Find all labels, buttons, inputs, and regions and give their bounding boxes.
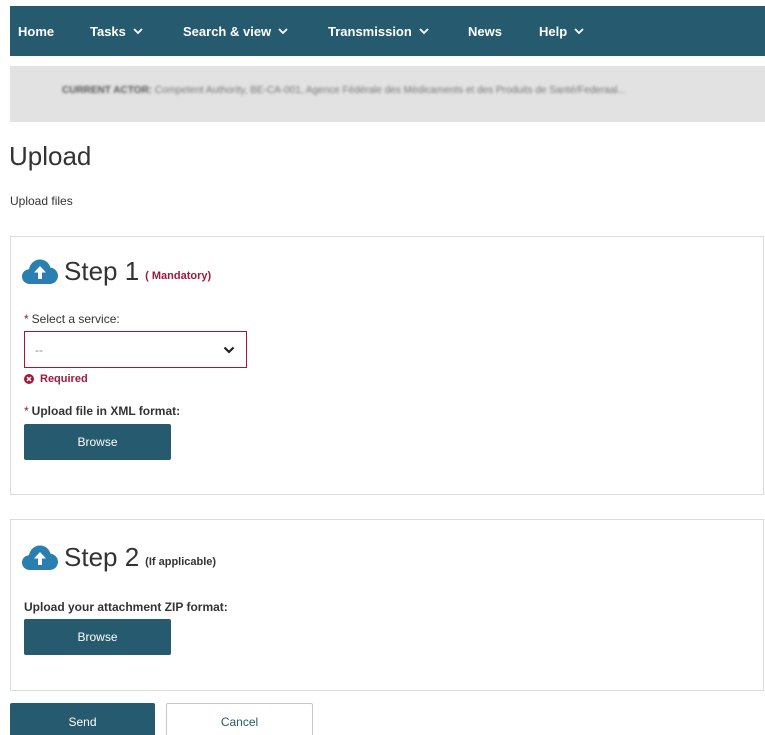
page-title: Upload: [9, 141, 92, 171]
nav-news[interactable]: News: [468, 6, 502, 56]
service-label-text: Select a service:: [31, 312, 120, 326]
nav-transmission-label: Transmission: [328, 23, 412, 39]
required-asterisk: *: [24, 312, 29, 326]
xml-browse-button[interactable]: Browse: [24, 424, 171, 460]
nav-search-view-label: Search & view: [183, 23, 272, 39]
xml-upload-label: * Upload file in XML format:: [24, 404, 180, 418]
current-actor-bar: CURRENT ACTOR: Competent Authority, BE-C…: [10, 66, 765, 122]
chevron-down-icon: [419, 26, 429, 36]
nav-home[interactable]: Home: [18, 6, 54, 56]
chevron-down-icon: [278, 26, 288, 36]
current-actor-text: CURRENT ACTOR: Competent Authority, BE-C…: [62, 85, 762, 96]
cloud-upload-icon: [22, 545, 58, 570]
current-actor-label: CURRENT ACTOR:: [62, 85, 152, 96]
nav-transmission[interactable]: Transmission: [328, 6, 429, 56]
zip-browse-button[interactable]: Browse: [24, 619, 171, 655]
cloud-upload-icon: [22, 259, 58, 284]
main-navbar: Home Tasks Search & view Transmission Ne…: [10, 6, 765, 56]
nav-home-label: Home: [18, 23, 55, 39]
send-button[interactable]: Send: [10, 703, 155, 735]
nav-tasks-label: Tasks: [90, 23, 126, 39]
error-circle-icon: [24, 374, 34, 384]
step1-header: Step 1 ( Mandatory): [22, 257, 211, 285]
nav-tasks[interactable]: Tasks: [90, 6, 143, 56]
service-field-label: * Select a service:: [24, 312, 120, 326]
nav-news-label: News: [468, 23, 502, 39]
chevron-down-icon: [133, 26, 143, 36]
required-message: Required: [40, 373, 88, 385]
service-required-error: Required: [24, 373, 88, 385]
nav-help-label: Help: [539, 23, 568, 39]
page-subtitle: Upload files: [10, 194, 73, 208]
step1-title: Step 1: [64, 256, 140, 286]
nav-search-view[interactable]: Search & view: [183, 6, 288, 56]
required-asterisk: *: [24, 404, 29, 418]
step1-mandatory-note: ( Mandatory): [145, 270, 212, 282]
step2-title: Step 2: [64, 542, 140, 572]
cancel-button[interactable]: Cancel: [166, 703, 313, 735]
chevron-down-icon: [223, 346, 235, 354]
nav-help[interactable]: Help: [539, 6, 584, 56]
service-select[interactable]: --: [24, 331, 247, 368]
zip-upload-label: Upload your attachment ZIP format:: [24, 600, 228, 614]
step2-applicable-note: (If applicable): [145, 556, 217, 568]
step2-header: Step 2 (If applicable): [22, 543, 216, 571]
xml-upload-label-text: Upload file in XML format:: [31, 404, 181, 418]
current-actor-value: Competent Authority, BE-CA-001, Agence F…: [154, 85, 626, 96]
chevron-down-icon: [574, 26, 584, 36]
service-select-value: --: [35, 342, 43, 357]
